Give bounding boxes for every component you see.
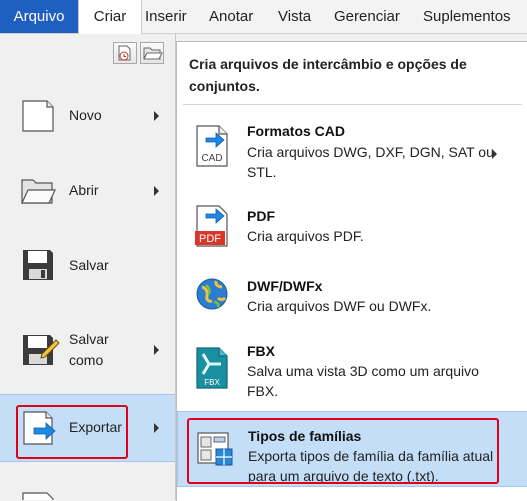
recent-documents-button[interactable] — [113, 42, 137, 64]
svg-text:CAD: CAD — [201, 153, 222, 164]
menu-item-salvar[interactable]: Salvar — [0, 232, 175, 298]
svg-text:FBX: FBX — [204, 378, 220, 387]
dwf-globe-icon — [196, 278, 228, 310]
menu-item-salvar-como[interactable]: Salvar como — [0, 314, 175, 386]
export-item-fbx[interactable]: FBX FBX Salva uma vista 3D como um arqui… — [177, 334, 527, 406]
file-icon — [22, 492, 54, 500]
export-item-title: FBX — [247, 343, 275, 359]
menu-item-next[interactable] — [0, 486, 175, 500]
export-item-formatos-cad[interactable]: CAD Formatos CAD Cria arquivos DWG, DXF,… — [177, 112, 527, 184]
cad-file-icon: CAD — [196, 125, 228, 167]
save-disk-icon — [23, 250, 53, 280]
open-documents-icon — [143, 47, 163, 60]
tab-arquivo[interactable]: Arquivo — [0, 0, 78, 33]
export-item-description: Cria arquivos DWG, DXF, DGN, SAT ou STL. — [247, 144, 494, 180]
pdf-file-icon: PDF — [195, 205, 228, 247]
new-file-icon — [22, 100, 54, 132]
menu-item-label: Novo — [69, 107, 102, 123]
tipos-de-familias-highlight-box — [187, 418, 499, 484]
export-item-description: Cria arquivos PDF. — [247, 228, 364, 244]
menu-item-label: Salvar como — [69, 331, 109, 368]
divider — [183, 104, 522, 105]
recent-documents-icon — [118, 45, 131, 61]
export-item-title: PDF — [247, 208, 275, 224]
open-documents-button[interactable] — [140, 42, 164, 64]
export-item-description: Salva uma vista 3D como um arquivo FBX. — [247, 363, 479, 399]
menu-item-label: Abrir — [69, 182, 99, 198]
tab-suplementos[interactable]: Suplementos — [423, 0, 511, 33]
ribbon-tab-bar: Arquivo Criar Inserir Anotar Vista Geren… — [0, 0, 527, 34]
tab-criar[interactable]: Criar — [78, 0, 142, 34]
tab-gerenciar[interactable]: Gerenciar — [334, 0, 400, 33]
menu-item-label: Salvar — [69, 257, 109, 273]
menu-item-abrir[interactable]: Abrir — [0, 157, 175, 223]
tab-vista[interactable]: Vista — [278, 0, 311, 33]
export-item-title: DWF/DWFx — [247, 278, 323, 294]
export-submenu-header: Cria arquivos de intercâmbio e opções de… — [189, 56, 467, 94]
fbx-file-icon: FBX — [196, 347, 228, 389]
tab-inserir[interactable]: Inserir — [145, 0, 187, 33]
tab-anotar[interactable]: Anotar — [209, 0, 253, 33]
menu-item-novo[interactable]: Novo — [0, 82, 175, 148]
export-item-dwf[interactable]: DWF/DWFx Cria arquivos DWF ou DWFx. — [177, 264, 527, 328]
export-item-pdf[interactable]: PDF PDF Cria arquivos PDF. — [177, 192, 527, 254]
open-folder-icon — [21, 179, 56, 204]
submenu-arrow-icon — [154, 186, 159, 196]
export-item-title: Formatos CAD — [247, 123, 346, 139]
submenu-arrow-icon — [492, 149, 497, 159]
export-item-description: Cria arquivos DWF ou DWFx. — [247, 298, 432, 314]
exportar-highlight-box — [16, 405, 128, 459]
save-as-icon — [23, 335, 60, 365]
svg-text:PDF: PDF — [199, 233, 221, 245]
submenu-arrow-icon — [154, 423, 159, 433]
submenu-arrow-icon — [154, 345, 159, 355]
submenu-arrow-icon — [154, 111, 159, 121]
